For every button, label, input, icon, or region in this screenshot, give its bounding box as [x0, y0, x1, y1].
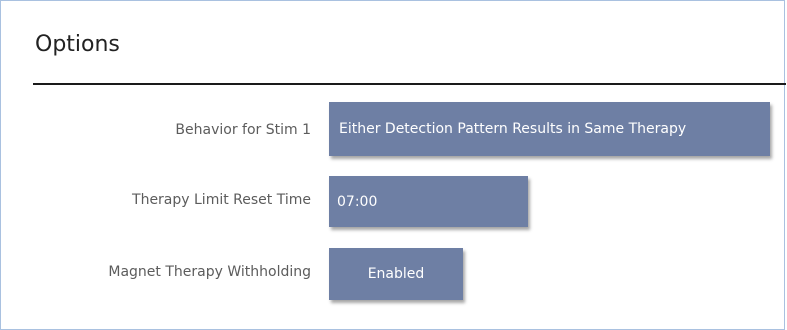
- magnet-therapy-withholding-button[interactable]: Enabled: [329, 248, 463, 300]
- magnet-therapy-withholding-label: Magnet Therapy Withholding: [108, 264, 311, 280]
- therapy-limit-reset-time-label: Therapy Limit Reset Time: [132, 192, 311, 208]
- behavior-for-stim-1-label: Behavior for Stim 1: [175, 122, 311, 138]
- therapy-limit-reset-time-button[interactable]: 07:00: [329, 176, 528, 227]
- magnet-therapy-withholding-value: Enabled: [367, 266, 425, 282]
- title-divider: [33, 83, 786, 85]
- behavior-for-stim-1-value: Either Detection Pattern Results in Same…: [339, 121, 687, 137]
- options-panel: Options Behavior for Stim 1 Either Detec…: [0, 0, 786, 330]
- panel-title: Options: [35, 32, 120, 57]
- behavior-for-stim-1-button[interactable]: Either Detection Pattern Results in Same…: [329, 102, 770, 156]
- therapy-limit-reset-time-value: 07:00: [337, 193, 378, 210]
